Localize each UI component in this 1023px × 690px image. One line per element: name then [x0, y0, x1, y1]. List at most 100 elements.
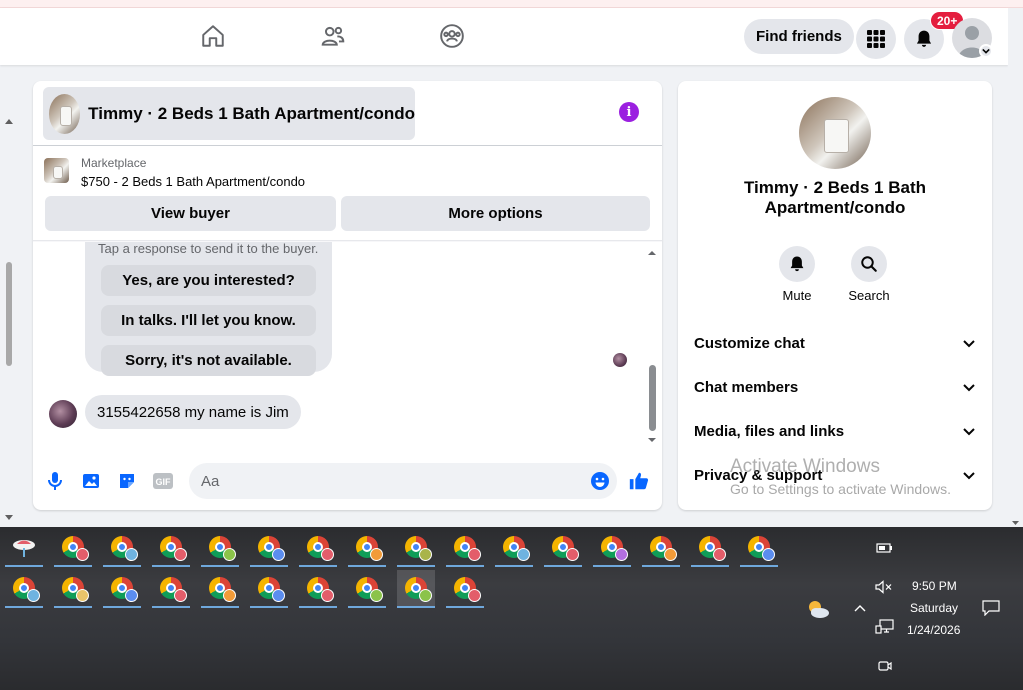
chrome-profile-icon[interactable] [691, 529, 729, 567]
message-scroll-thumb[interactable] [649, 365, 656, 431]
chat-members-section[interactable]: Chat members [694, 369, 976, 405]
chevron-down-icon [963, 472, 975, 480]
chrome-profile-icon[interactable] [348, 570, 386, 608]
listing-avatar [49, 93, 81, 134]
info-icon[interactable]: i [619, 102, 639, 122]
clock-date[interactable]: 1/24/2026 [907, 623, 960, 637]
chrome-profile-icon[interactable] [299, 529, 337, 567]
listing-thumbnail[interactable] [44, 158, 69, 183]
incoming-message[interactable]: 3155422658 my name is Jim [85, 395, 301, 429]
search-action[interactable]: Search [839, 246, 899, 303]
more-options-button[interactable]: More options [341, 196, 650, 231]
friends-icon[interactable] [319, 22, 347, 50]
profile-badge-icon [468, 548, 481, 561]
profile-badge-icon [223, 589, 236, 602]
photo-icon[interactable] [80, 470, 102, 492]
view-buyer-button[interactable]: View buyer [45, 196, 336, 231]
profile-badge-icon [223, 548, 236, 561]
chrome-profile-icon[interactable] [250, 570, 288, 608]
weather-icon[interactable] [805, 598, 831, 620]
network-icon[interactable] [875, 619, 895, 635]
chrome-profile-icon[interactable] [54, 529, 92, 567]
speaker-muted-icon[interactable] [875, 579, 893, 595]
emoji-icon[interactable] [589, 470, 611, 492]
conversation-avatar[interactable] [799, 97, 871, 169]
action-center-icon[interactable] [981, 599, 1001, 617]
chrome-profile-icon[interactable] [495, 529, 533, 567]
mute-action[interactable]: Mute [767, 246, 827, 303]
bell-icon [916, 30, 932, 47]
chevron-down-icon [963, 428, 975, 436]
battery-icon[interactable] [876, 541, 894, 555]
sticker-icon[interactable] [116, 470, 138, 492]
chrome-profile-icon[interactable] [593, 529, 631, 567]
account-chevron-down-icon[interactable] [979, 44, 993, 58]
chat-window: Timmy · 2 Beds 1 Bath Apartment/condo i … [33, 81, 662, 510]
mute-label: Mute [782, 288, 812, 303]
scroll-up-arrow-icon [648, 251, 656, 255]
profile-badge-icon [272, 548, 285, 561]
sender-avatar[interactable] [49, 400, 77, 428]
chrome-profile-icon[interactable] [544, 529, 582, 567]
left-scrollbar[interactable] [0, 65, 18, 527]
profile-badge-icon [321, 589, 334, 602]
meet-now-icon[interactable] [877, 658, 893, 674]
chrome-profile-icon[interactable] [152, 529, 190, 567]
microphone-icon[interactable] [44, 470, 66, 492]
profile-badge-icon [664, 548, 677, 561]
customize-chat-section[interactable]: Customize chat [694, 325, 976, 361]
windows-taskbar: 9:50 PM Saturday 1/24/2026 [0, 527, 1023, 690]
menu-grid-button[interactable] [856, 19, 896, 59]
clock-time[interactable]: 9:50 PM [912, 579, 957, 593]
scroll-down-arrow-icon [648, 438, 656, 442]
gif-icon[interactable]: GIF [152, 470, 174, 492]
scroll-down-arrow-icon [5, 515, 13, 520]
chat-header[interactable]: Timmy · 2 Beds 1 Bath Apartment/condo [43, 87, 415, 140]
chat-title: Timmy · 2 Beds 1 Bath Apartment/condo [88, 103, 415, 123]
chrome-profile-icon[interactable] [152, 570, 190, 608]
pinned-app-icon[interactable] [5, 529, 43, 567]
bell-icon [790, 256, 804, 272]
find-friends-button[interactable]: Find friends [744, 19, 854, 54]
chrome-profile-icon[interactable] [446, 529, 484, 567]
profile-badge-icon [125, 548, 138, 561]
activate-windows-title: Activate Windows [730, 456, 880, 477]
quick-reply-button[interactable]: Sorry, it's not available. [101, 345, 316, 376]
home-icon[interactable] [199, 22, 227, 50]
thumbs-up-icon[interactable] [628, 470, 650, 492]
profile-badge-icon [370, 589, 383, 602]
chrome-profile-icon[interactable] [446, 570, 484, 608]
search-button[interactable] [851, 246, 887, 282]
profile-badge-icon [419, 548, 432, 561]
chrome-profile-icon[interactable] [201, 570, 239, 608]
page-right-scrollbar[interactable] [1008, 8, 1023, 527]
chrome-profile-icon[interactable] [5, 570, 43, 608]
profile-badge-icon [468, 589, 481, 602]
chrome-profile-icon[interactable] [250, 529, 288, 567]
chrome-profile-icon[interactable] [54, 570, 92, 608]
message-input[interactable] [189, 463, 617, 499]
conversation-info-panel: Timmy · 2 Beds 1 Bath Apartment/condo Mu… [678, 81, 992, 510]
browser-top-strip [0, 0, 1023, 8]
chevron-down-icon [963, 384, 975, 392]
chrome-profile-icon[interactable] [642, 529, 680, 567]
chrome-profile-icon[interactable] [740, 529, 778, 567]
conversation-name: Timmy · 2 Beds 1 Bath Apartment/condo [743, 178, 927, 217]
groups-icon[interactable] [438, 22, 466, 50]
mute-button[interactable] [779, 246, 815, 282]
chrome-profile-icon[interactable] [103, 570, 141, 608]
chrome-profile-icon[interactable] [397, 570, 435, 608]
chrome-profile-icon[interactable] [348, 529, 386, 567]
quick-reply-button[interactable]: In talks. I'll let you know. [101, 305, 316, 336]
search-label: Search [848, 288, 890, 303]
chevron-down-icon [963, 340, 975, 348]
chrome-profile-icon[interactable] [201, 529, 239, 567]
listing-price-title[interactable]: $750 - 2 Beds 1 Bath Apartment/condo [81, 174, 305, 189]
clock-day[interactable]: Saturday [910, 601, 958, 615]
media-files-links-section[interactable]: Media, files and links [694, 413, 976, 449]
chrome-profile-icon[interactable] [103, 529, 141, 567]
chrome-profile-icon[interactable] [299, 570, 337, 608]
chevron-up-icon[interactable] [852, 601, 868, 615]
chrome-profile-icon[interactable] [397, 529, 435, 567]
quick-reply-button[interactable]: Yes, are you interested? [101, 265, 316, 296]
